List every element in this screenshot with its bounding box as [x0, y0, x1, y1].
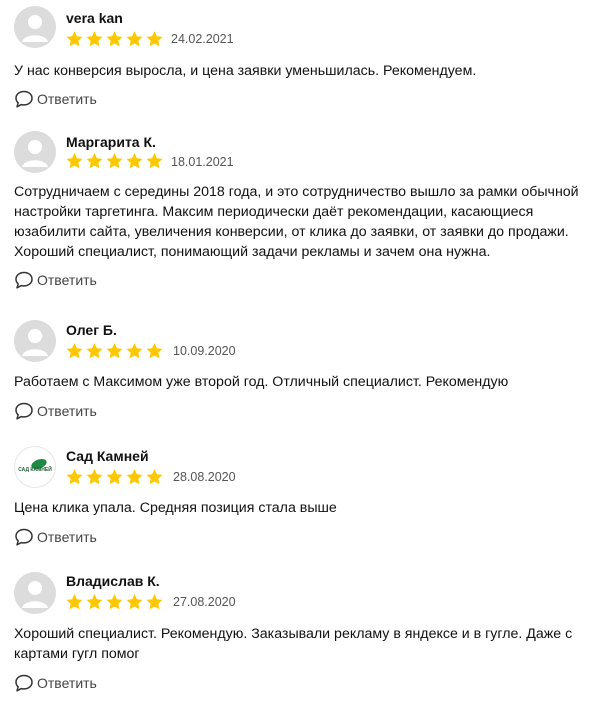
star-icon: [86, 469, 103, 485]
review-date: 24.02.2021: [171, 32, 234, 46]
avatar-icon: [14, 6, 56, 48]
star-icon: [106, 153, 123, 169]
reply-label: Ответить: [37, 529, 97, 545]
star-icon: [126, 153, 143, 169]
review-author: Сад Камней: [66, 448, 149, 464]
logo-text: САД КАМНЕЙ: [18, 465, 52, 473]
reply-button[interactable]: Ответить: [14, 527, 97, 547]
review-date: 27.08.2020: [173, 595, 236, 609]
star-icon: [86, 31, 103, 47]
star-icon: [106, 469, 123, 485]
company-logo-avatar: САД КАМНЕЙ: [14, 446, 56, 488]
star-icon: [106, 594, 123, 610]
review-author: Маргарита К.: [66, 134, 156, 150]
star-icon: [66, 153, 83, 169]
star-icon: [126, 594, 143, 610]
star-icon: [86, 343, 103, 359]
reply-button[interactable]: Ответить: [14, 270, 97, 290]
reply-label: Ответить: [37, 675, 97, 691]
star-icon: [106, 31, 123, 47]
review-date: 10.09.2020: [173, 344, 236, 358]
comment-icon: [15, 90, 33, 108]
comment-icon: [15, 271, 33, 289]
comment-icon: [15, 528, 33, 546]
review-text: Хороший специалист. Рекомендую. Заказыва…: [14, 626, 573, 662]
review-date: 28.08.2020: [173, 470, 236, 484]
star-icon: [106, 343, 123, 359]
review-text: Работаем с Максимом уже второй год. Отли…: [14, 374, 509, 390]
review-author: Владислав К.: [66, 573, 160, 589]
star-icon: [126, 31, 143, 47]
rating-stars: [65, 468, 164, 486]
review-text: У нас конверсия выросла, и цена заявки у…: [14, 63, 477, 79]
star-icon: [146, 343, 163, 359]
rating-stars: [65, 342, 164, 360]
review-text: Сотрудничаем с середины 2018 года, и это…: [14, 184, 579, 260]
review-date: 18.01.2021: [171, 155, 234, 169]
star-icon: [86, 594, 103, 610]
star-icon: [146, 594, 163, 610]
reply-label: Ответить: [37, 91, 97, 107]
star-icon: [146, 469, 163, 485]
comment-icon: [15, 674, 33, 692]
rating-stars: [65, 30, 164, 48]
rating-stars: [65, 152, 164, 170]
review-author: vera kan: [66, 10, 123, 26]
star-icon: [66, 31, 83, 47]
reply-button[interactable]: Ответить: [14, 673, 97, 693]
star-icon: [146, 153, 163, 169]
star-icon: [126, 469, 143, 485]
avatar-icon: [14, 320, 56, 362]
star-icon: [86, 153, 103, 169]
comment-icon: [15, 402, 33, 420]
review-author: Олег Б.: [66, 322, 117, 338]
star-icon: [126, 343, 143, 359]
reply-button[interactable]: Ответить: [14, 401, 97, 421]
reply-label: Ответить: [37, 403, 97, 419]
star-icon: [66, 469, 83, 485]
rating-stars: [65, 593, 164, 611]
star-icon: [66, 343, 83, 359]
reply-label: Ответить: [37, 272, 97, 288]
avatar-icon: [14, 131, 56, 173]
reply-button[interactable]: Ответить: [14, 89, 97, 109]
review-text: Цена клика упала. Средняя позиция стала …: [14, 500, 337, 516]
avatar-icon: [14, 572, 56, 614]
star-icon: [66, 594, 83, 610]
star-icon: [146, 31, 163, 47]
